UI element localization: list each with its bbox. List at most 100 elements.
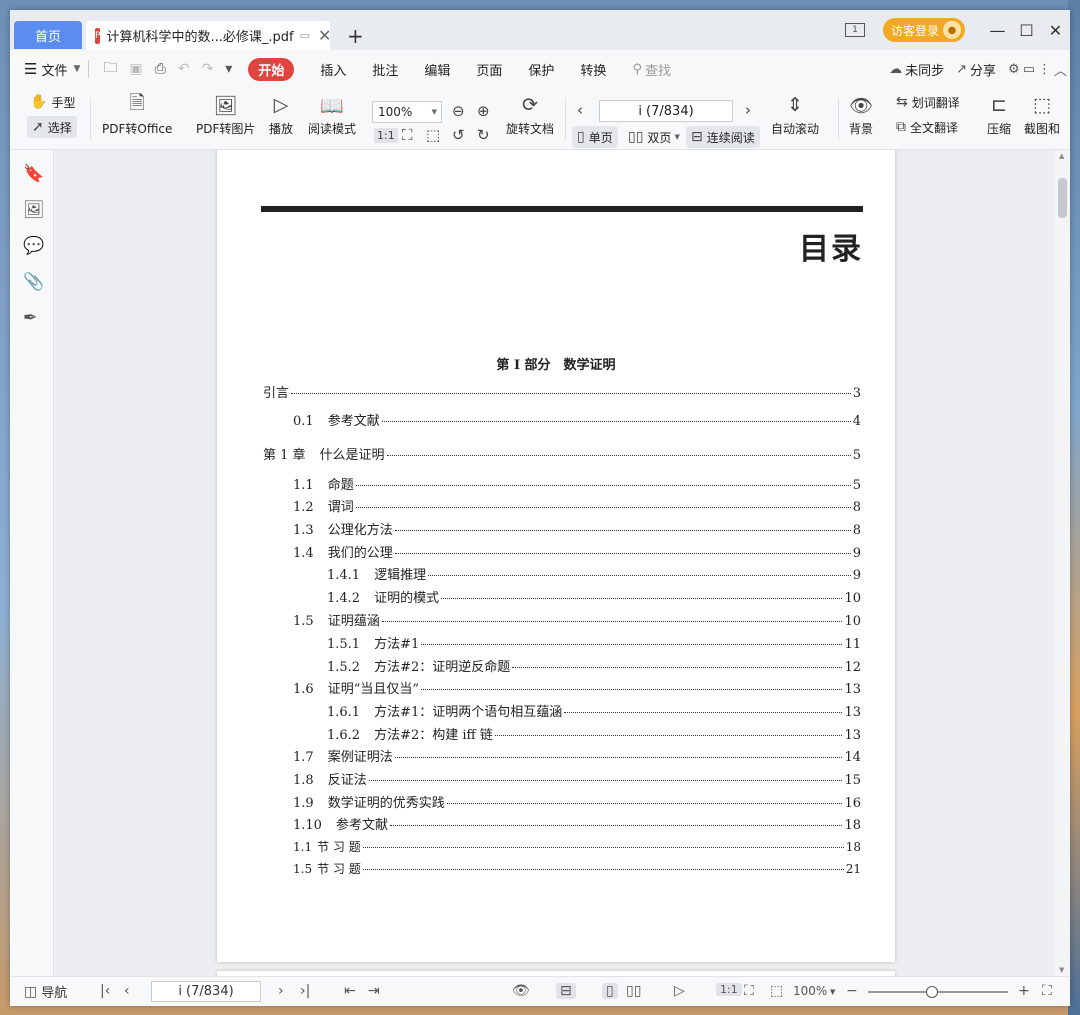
window-layout-icon[interactable]: 1 <box>844 23 865 37</box>
search-box[interactable]: ⚲ 查找 <box>632 60 671 79</box>
screenshot-button[interactable]: ⬚ 截图和 <box>1024 92 1060 137</box>
signature-icon[interactable]: ✒ <box>23 308 37 328</box>
double-page-icon[interactable]: ▯▯ <box>626 983 641 999</box>
toc-entry[interactable]: 1.10 参考文献 18 <box>293 814 861 833</box>
fit-width-icon[interactable]: ⬚ <box>770 983 783 999</box>
toc-entry[interactable]: 1.6 证明“当且仅当” 13 <box>293 678 861 697</box>
pdf-to-office-button[interactable]: 🗎 PDF转Office <box>102 92 172 137</box>
rotate-document-button[interactable]: ⟳ 旋转文档 <box>506 92 554 137</box>
back-icon[interactable]: ⇤ <box>344 983 356 999</box>
monitor-icon[interactable]: ▭ <box>300 29 310 42</box>
close-window-button[interactable]: ✕ <box>1041 21 1070 40</box>
single-page-icon[interactable]: ▯ <box>602 983 618 999</box>
more-icon[interactable]: ⋮ <box>1038 62 1051 77</box>
open-folder-icon[interactable]: 🗀 <box>103 57 117 81</box>
document-tab[interactable]: P 计算机科学中的数...必修课_.pdf ▭ ✕ <box>86 21 331 50</box>
fit-width-icon[interactable]: ⬚ <box>426 126 440 144</box>
share-button[interactable]: ↗ 分享 <box>956 60 996 79</box>
continuous-read-icon[interactable]: ⊟ <box>556 983 576 999</box>
status-zoom-value[interactable]: 100% <box>793 984 827 998</box>
navigation-toggle[interactable]: ◫ 导航 <box>24 982 67 1002</box>
play-icon[interactable]: ▷ <box>674 983 685 999</box>
toc-entry[interactable]: 1.2 谓词 8 <box>293 496 861 515</box>
fit-page-icon[interactable]: ⛶ <box>402 126 413 144</box>
continuous-read-button[interactable]: ⊟ 连续阅读 <box>686 126 760 148</box>
toc-entry[interactable]: 1.4.2 证明的模式 10 <box>327 587 861 606</box>
zoom-slider[interactable] <box>868 986 1008 998</box>
previous-page-icon[interactable]: ‹ <box>577 101 583 119</box>
scroll-up-icon[interactable]: ▲ <box>1059 152 1064 160</box>
toc-entry[interactable]: 1.4.1 逻辑推理 9 <box>327 564 861 583</box>
collapse-ribbon-icon[interactable]: ︿ <box>1054 60 1067 79</box>
first-page-icon[interactable]: |‹ <box>100 983 110 999</box>
actual-size-icon[interactable]: 1:1 <box>374 128 398 143</box>
pdf-to-image-button[interactable]: 🖼 PDF转图片 <box>196 92 255 137</box>
zoom-out-icon[interactable]: − <box>846 983 858 999</box>
toc-entry[interactable]: 1.4 我们的公理 9 <box>293 542 861 561</box>
zoom-slider-knob[interactable] <box>926 986 939 998</box>
full-translate-button[interactable]: ⧉ 全文翻译 <box>896 116 958 138</box>
previous-page-icon[interactable]: ‹ <box>124 983 130 999</box>
menu-protect[interactable]: 保护 <box>528 60 554 79</box>
toc-entry[interactable]: 1.1 命题 5 <box>293 474 861 493</box>
toc-entry[interactable]: 1.6.2 方法#2：构建 iff 链 13 <box>327 724 861 743</box>
thumbnail-icon[interactable]: 🖼 <box>23 200 45 220</box>
select-tool[interactable]: ➚ 选择 <box>27 116 77 138</box>
double-page-button[interactable]: ▯▯ 双页 ▼ <box>628 126 680 148</box>
comment-icon[interactable]: 💬 <box>23 236 44 256</box>
document-viewport[interactable]: 目录 第 I 部分 数学证明 引言 3 0.1 参考文献 4 第 1 章什么是证明 5 1.1… <box>55 150 1055 976</box>
play-button[interactable]: ▷ 播放 <box>269 92 293 137</box>
customize-toolbar-icon[interactable]: ▾ <box>225 61 232 77</box>
chevron-down-icon[interactable]: ▼ <box>830 988 835 996</box>
toc-entry[interactable]: 1.5 节 习 题 21 <box>293 860 861 877</box>
menu-insert[interactable]: 插入 <box>320 60 346 79</box>
scroll-thumb[interactable] <box>1058 178 1067 218</box>
new-tab-button[interactable]: + <box>347 24 364 48</box>
undo-icon[interactable]: ↶ <box>178 61 190 77</box>
toc-entry[interactable]: 引言 3 <box>263 382 861 401</box>
home-tab[interactable]: 首页 <box>14 21 82 49</box>
toc-entry[interactable]: 1.1 节 习 题 18 <box>293 838 861 855</box>
toc-entry[interactable]: 1.5 证明蕴涵 10 <box>293 610 861 629</box>
bookmark-icon[interactable]: 🔖 <box>23 164 44 184</box>
background-button[interactable]: 👁 背景 <box>849 92 873 137</box>
menu-page[interactable]: 页面 <box>476 60 502 79</box>
word-translate-button[interactable]: ⇆ 划词翻译 <box>896 91 960 113</box>
redo-icon[interactable]: ↷ <box>202 61 214 77</box>
start-tab[interactable]: 开始 <box>248 57 295 81</box>
maximize-button[interactable]: ☐ <box>1012 21 1041 40</box>
toc-entry[interactable]: 1.5.1 方法#1 11 <box>327 633 861 652</box>
actual-size-icon[interactable]: 1:1 <box>716 983 742 996</box>
toc-entry[interactable]: 1.5.2 方法#2：证明逆反命题 12 <box>327 656 861 675</box>
menu-edit[interactable]: 编辑 <box>424 60 450 79</box>
close-tab-icon[interactable]: ✕ <box>318 26 331 45</box>
fullscreen-icon[interactable]: ⛶ <box>1042 983 1052 999</box>
rotate-right-icon[interactable]: ↻ <box>477 126 490 144</box>
toc-entry[interactable]: 1.7 案例证明法 14 <box>293 746 861 765</box>
status-page-input[interactable]: i (7/834) <box>151 981 261 1002</box>
feedback-icon[interactable]: ▭ <box>1023 62 1035 77</box>
eye-protection-icon[interactable]: 👁 <box>512 983 530 999</box>
attachment-icon[interactable]: 📎 <box>23 272 44 292</box>
file-menu[interactable]: ☰ 文件 ▼ <box>24 60 80 79</box>
toc-entry[interactable]: 1.8 反证法 15 <box>293 769 861 788</box>
save-icon[interactable]: ▣ <box>129 61 142 77</box>
toc-entry[interactable]: 1.9 数学证明的优秀实践 16 <box>293 792 861 811</box>
vertical-scrollbar[interactable]: ▲ ▼ <box>1055 150 1070 976</box>
next-page-icon[interactable]: › <box>745 101 751 119</box>
scroll-down-icon[interactable]: ▼ <box>1059 966 1064 974</box>
page-number-input[interactable]: i (7/834) <box>599 100 733 122</box>
menu-annotate[interactable]: 批注 <box>372 60 398 79</box>
read-mode-button[interactable]: 📖 阅读模式 <box>308 92 356 137</box>
toc-entry[interactable]: 第 1 章什么是证明 5 <box>263 444 861 463</box>
menu-convert[interactable]: 转换 <box>580 60 606 79</box>
compress-button[interactable]: ⊏ 压缩 <box>987 92 1011 137</box>
auto-scroll-button[interactable]: ⇕ 自动滚动 <box>771 92 819 137</box>
hand-tool[interactable]: ✋ 手型 <box>30 91 75 113</box>
zoom-out-icon[interactable]: ⊖ <box>452 102 465 120</box>
sync-status[interactable]: ☁ 未同步 <box>889 60 944 79</box>
guest-login-button[interactable]: 访客登录 ● <box>882 18 965 42</box>
settings-icon[interactable]: ⚙ <box>1008 62 1020 77</box>
minimize-button[interactable]: — <box>983 21 1012 40</box>
zoom-in-icon[interactable]: ⊕ <box>477 102 490 120</box>
